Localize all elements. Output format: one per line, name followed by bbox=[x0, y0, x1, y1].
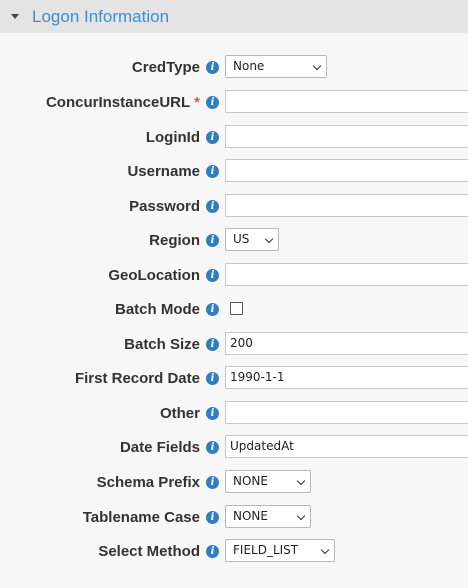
field-other: Other i bbox=[0, 400, 468, 427]
select-value: NONE bbox=[233, 474, 268, 488]
region-select[interactable]: US bbox=[225, 228, 279, 251]
field-label: Password bbox=[129, 198, 200, 215]
info-icon[interactable]: i bbox=[206, 165, 219, 178]
tablename-case-select[interactable]: NONE bbox=[225, 505, 311, 528]
chevron-down-icon bbox=[264, 234, 274, 244]
chevron-down-icon bbox=[312, 61, 322, 71]
field-batch-mode: Batch Mode i bbox=[0, 296, 468, 323]
field-instance-url: ConcurInstanceURL * i bbox=[0, 89, 468, 116]
info-icon[interactable]: i bbox=[206, 338, 219, 351]
select-value: US bbox=[233, 232, 250, 246]
field-label: Schema Prefix bbox=[96, 474, 200, 491]
field-label: Select Method bbox=[98, 543, 200, 560]
field-username: Username i bbox=[0, 158, 468, 185]
username-input[interactable] bbox=[225, 159, 468, 182]
info-icon[interactable]: i bbox=[206, 96, 219, 109]
schema-prefix-select[interactable]: NONE bbox=[225, 470, 311, 493]
field-label: First Record Date bbox=[74, 370, 200, 387]
batch-mode-checkbox[interactable] bbox=[230, 302, 243, 315]
field-label: Other bbox=[159, 405, 200, 422]
chevron-down-icon bbox=[320, 545, 330, 555]
section-title: Logon Information bbox=[32, 6, 170, 26]
required-mark: * bbox=[194, 94, 200, 111]
field-label: LoginId bbox=[145, 129, 200, 146]
chevron-down-icon bbox=[296, 511, 306, 521]
field-label: ConcurInstanceURL * bbox=[46, 89, 200, 116]
other-input[interactable] bbox=[225, 401, 468, 424]
info-icon[interactable]: i bbox=[206, 476, 219, 489]
info-icon[interactable]: i bbox=[206, 234, 219, 247]
select-method-select[interactable]: FIELD_LIST bbox=[225, 539, 335, 562]
field-region: Region i US bbox=[0, 227, 468, 254]
field-label: Batch Size bbox=[124, 336, 200, 353]
info-icon[interactable]: i bbox=[206, 303, 219, 316]
field-first-record-date: First Record Date i 1990-1-1 bbox=[0, 365, 468, 392]
select-value: None bbox=[233, 59, 265, 73]
info-icon[interactable]: i bbox=[206, 441, 219, 454]
field-label: GeoLocation bbox=[108, 267, 200, 284]
select-value: FIELD_LIST bbox=[233, 543, 299, 557]
info-icon[interactable]: i bbox=[206, 269, 219, 282]
geolocation-input[interactable] bbox=[225, 263, 468, 286]
section-header[interactable]: Logon Information bbox=[0, 0, 468, 33]
caret-down-icon[interactable] bbox=[11, 14, 19, 19]
field-schema-prefix: Schema Prefix i NONE bbox=[0, 469, 468, 496]
select-value: NONE bbox=[233, 509, 268, 523]
field-batch-size: Batch Size i 200 bbox=[0, 331, 468, 358]
credtype-select[interactable]: None bbox=[225, 55, 327, 78]
field-label: CredType bbox=[131, 59, 200, 76]
field-loginid: LoginId i bbox=[0, 124, 468, 151]
field-select-method: Select Method i FIELD_LIST bbox=[0, 538, 468, 565]
info-icon[interactable]: i bbox=[206, 372, 219, 385]
field-credtype: CredType i None bbox=[0, 54, 468, 81]
field-tablename-case: Tablename Case i NONE bbox=[0, 504, 468, 531]
instance-url-input[interactable] bbox=[225, 90, 468, 113]
info-icon[interactable]: i bbox=[206, 545, 219, 558]
date-fields-input[interactable]: UpdatedAt bbox=[225, 435, 468, 458]
batch-size-input[interactable]: 200 bbox=[225, 332, 468, 355]
info-icon[interactable]: i bbox=[206, 511, 219, 524]
password-input[interactable] bbox=[225, 194, 468, 217]
info-icon[interactable]: i bbox=[206, 200, 219, 213]
info-icon[interactable]: i bbox=[206, 61, 219, 74]
field-password: Password i bbox=[0, 193, 468, 220]
info-icon[interactable]: i bbox=[206, 131, 219, 144]
field-geolocation: GeoLocation i bbox=[0, 262, 468, 289]
field-label: Username bbox=[127, 163, 200, 180]
info-icon[interactable]: i bbox=[206, 407, 219, 420]
chevron-down-icon bbox=[296, 476, 306, 486]
field-label: Region bbox=[149, 232, 200, 249]
field-label: Date Fields bbox=[119, 439, 200, 456]
field-label-text: ConcurInstanceURL bbox=[45, 94, 191, 111]
field-date-fields: Date Fields i UpdatedAt bbox=[0, 434, 468, 461]
loginid-input[interactable] bbox=[225, 125, 468, 148]
first-record-date-input[interactable]: 1990-1-1 bbox=[225, 366, 468, 389]
field-label: Tablename Case bbox=[82, 509, 200, 526]
field-label: Batch Mode bbox=[114, 301, 200, 318]
